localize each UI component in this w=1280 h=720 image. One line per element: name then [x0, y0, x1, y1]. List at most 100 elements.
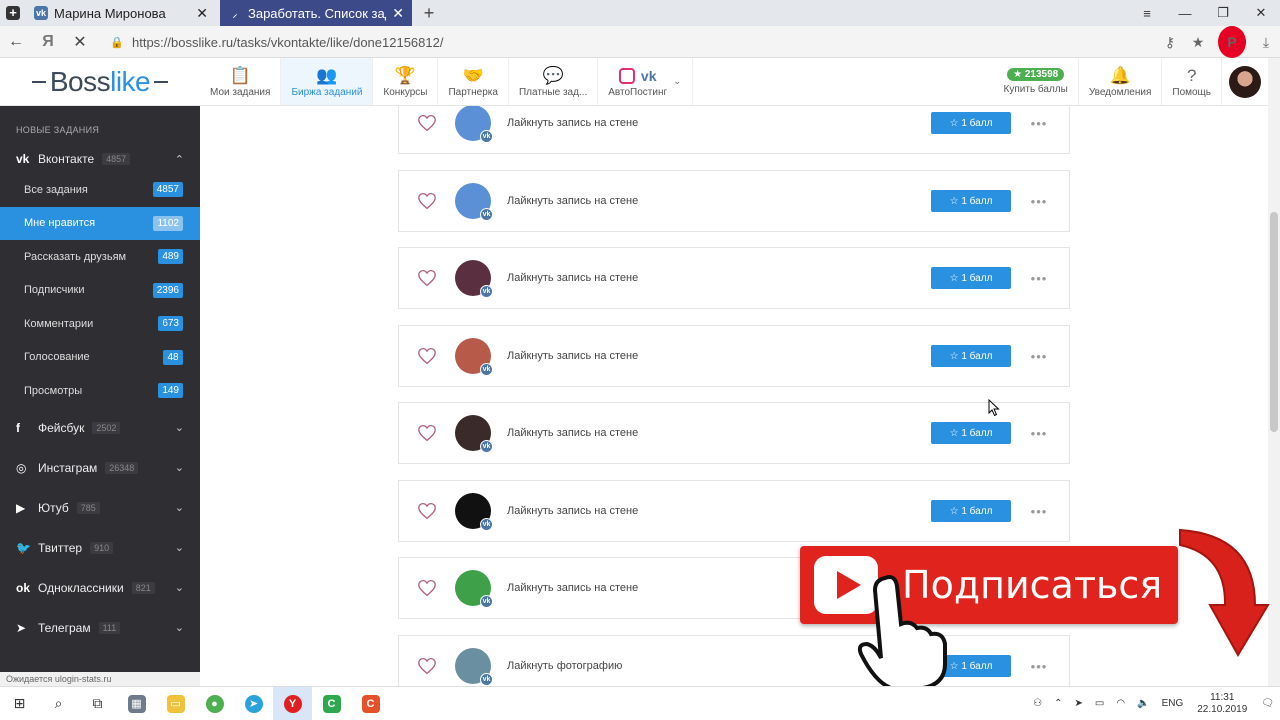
nav-task-exchange[interactable]: 👥 Биржа заданий [281, 58, 374, 105]
battery-icon[interactable]: ▭ [1089, 698, 1110, 709]
more-options-icon[interactable]: ••• [1029, 116, 1049, 131]
like-heart-icon[interactable] [399, 502, 455, 520]
clock[interactable]: 11:31 22.10.2019 [1189, 692, 1255, 716]
earn-points-button[interactable]: ☆ 1 балл [931, 422, 1011, 444]
task-avatar[interactable]: vk [455, 106, 493, 143]
logo-accent: like [110, 65, 151, 97]
sidebar-group[interactable]: f Фейсбук 2502 ⌄ [0, 408, 200, 448]
like-heart-icon[interactable] [399, 114, 455, 132]
yandex-browser-icon[interactable]: Y [273, 686, 312, 720]
task-avatar[interactable]: vk [455, 570, 493, 608]
sidebar-subitem[interactable]: Рассказать друзьям 489 [0, 240, 200, 274]
window-controls: ≡ — ❐ ✕ [1128, 0, 1280, 26]
chrome-icon[interactable]: ● [195, 687, 234, 720]
close-window-icon[interactable]: ✕ [1242, 0, 1280, 26]
nav-contests[interactable]: 🏆 Конкурсы [373, 58, 439, 105]
browser-tab-2[interactable]: ⸝ Заработать. Список заданий ✕ [220, 0, 412, 26]
earn-points-button[interactable]: ☆ 1 балл [931, 267, 1011, 289]
earn-points-button[interactable]: ☆ 1 балл [931, 112, 1011, 134]
buy-points-button[interactable]: ★ 213598 Купить баллы [994, 58, 1079, 105]
task-view-icon[interactable]: ⧉ [78, 687, 117, 720]
camtasia-orange-icon[interactable]: C [351, 687, 390, 720]
back-button[interactable]: ← [0, 26, 32, 58]
browser-tab-1[interactable]: vk Марина Миронова ✕ [26, 0, 216, 26]
earn-points-button[interactable]: ☆ 1 балл [931, 190, 1011, 212]
restore-icon[interactable]: ❐ [1204, 0, 1242, 26]
bookmark-star-icon[interactable]: ★ [1184, 26, 1212, 58]
nav-partner[interactable]: 🤝 Партнерка [438, 58, 509, 105]
nav-label: Биржа заданий [291, 87, 363, 98]
buy-points-label: Купить баллы [1003, 84, 1068, 95]
language-indicator[interactable]: ENG [1156, 698, 1190, 709]
more-options-icon[interactable]: ••• [1029, 426, 1049, 441]
sidebar-subitem[interactable]: Голосование 48 [0, 341, 200, 375]
people-icon[interactable]: ⚇ [1027, 698, 1048, 709]
sidebar-subitem[interactable]: Мне нравится 1102 [0, 206, 200, 240]
task-avatar[interactable]: vk [455, 648, 493, 686]
volume-icon[interactable]: 🔈 [1131, 698, 1155, 709]
vk-badge-icon: vk [480, 130, 493, 143]
sidebar-subitem[interactable]: Все задания 4857 [0, 173, 200, 207]
more-options-icon[interactable]: ••• [1029, 349, 1049, 364]
file-explorer-icon[interactable]: ▭ [156, 687, 195, 720]
sidebar-group-vk[interactable]: vk Вконтакте 4857 ⌃ [0, 145, 200, 173]
more-options-icon[interactable]: ••• [1029, 504, 1049, 519]
like-heart-icon[interactable] [399, 579, 455, 597]
key-icon[interactable]: ⚷ [1156, 26, 1184, 58]
nav-autoposting[interactable]: vk АвтоПостинг ⌄ [598, 58, 693, 105]
close-tab-icon[interactable]: ✕ [392, 5, 404, 22]
close-tab-icon[interactable]: ✕ [196, 5, 208, 22]
notifications-button[interactable]: 🔔 Уведомления [1079, 58, 1163, 105]
earn-points-button[interactable]: ☆ 1 балл [931, 500, 1011, 522]
menu-icon[interactable]: ≡ [1128, 0, 1166, 26]
task-avatar[interactable]: vk [455, 260, 493, 298]
help-button[interactable]: ? Помощь [1162, 58, 1222, 105]
task-avatar[interactable]: vk [455, 338, 493, 376]
sidebar-group[interactable]: ➤ Телеграм 111 ⌄ [0, 608, 200, 648]
like-heart-icon[interactable] [399, 269, 455, 287]
tray-expand-icon[interactable]: ⌃ [1048, 698, 1068, 709]
sidebar-group[interactable]: 🐦 Твиттер 910 ⌄ [0, 528, 200, 568]
sidebar-group[interactable]: ok Одноклассники 821 ⌄ [0, 568, 200, 608]
like-heart-icon[interactable] [399, 424, 455, 442]
new-tab-button[interactable]: + [416, 0, 442, 26]
yandex-icon[interactable]: Я [32, 26, 64, 58]
sidebar-subitem[interactable]: Просмотры 149 [0, 374, 200, 408]
downloads-icon[interactable]: ⤓ [1252, 26, 1280, 58]
tabs-menu-button[interactable]: + [0, 0, 26, 26]
network-icon[interactable]: ◠ [1110, 698, 1131, 709]
store-icon[interactable]: ▦ [117, 687, 156, 720]
like-heart-icon[interactable] [399, 192, 455, 210]
clock-time: 11:31 [1210, 691, 1235, 703]
nav-my-tasks[interactable]: 📋 Мои задания [200, 58, 282, 105]
telegram-tray-icon[interactable]: ➤ [1069, 698, 1089, 709]
task-avatar[interactable]: vk [455, 183, 493, 221]
chevron-down-icon: ⌄ [174, 542, 184, 554]
search-icon[interactable]: ⌕ [39, 687, 78, 720]
scrollbar-thumb[interactable] [1270, 212, 1278, 432]
sidebar-group[interactable]: ▶ Ютуб 785 ⌄ [0, 488, 200, 528]
task-avatar[interactable]: vk [455, 415, 493, 453]
user-avatar[interactable] [1222, 58, 1268, 105]
more-options-icon[interactable]: ••• [1029, 271, 1049, 286]
url-field[interactable]: 🔒 https://bosslike.ru/tasks/vkontakte/li… [110, 30, 1200, 54]
more-options-icon[interactable]: ••• [1029, 659, 1049, 674]
more-options-icon[interactable]: ••• [1029, 194, 1049, 209]
pointing-hand-icon [857, 575, 947, 690]
pinterest-icon[interactable]: P [1218, 26, 1246, 58]
sidebar-subitem[interactable]: Комментарии 673 [0, 307, 200, 341]
minimize-icon[interactable]: — [1166, 0, 1204, 26]
camtasia-green-icon[interactable]: C [312, 687, 351, 720]
like-heart-icon[interactable] [399, 347, 455, 365]
telegram-icon[interactable]: ➤ [234, 687, 273, 720]
stop-loading-button[interactable]: ✕ [64, 26, 96, 58]
nav-paid-tasks[interactable]: 💬 Платные зад... [509, 58, 599, 105]
earn-points-button[interactable]: ☆ 1 балл [931, 345, 1011, 367]
windows-start-icon[interactable]: ⊞ [0, 687, 39, 720]
like-heart-icon[interactable] [399, 657, 455, 675]
sidebar-group[interactable]: ◎ Инстаграм 26348 ⌄ [0, 448, 200, 488]
sidebar-subitem[interactable]: Подписчики 2396 [0, 274, 200, 308]
notification-center-icon[interactable]: 🗨 [1255, 698, 1280, 709]
task-avatar[interactable]: vk [455, 493, 493, 531]
bosslike-logo[interactable]: Boss like [0, 58, 200, 105]
